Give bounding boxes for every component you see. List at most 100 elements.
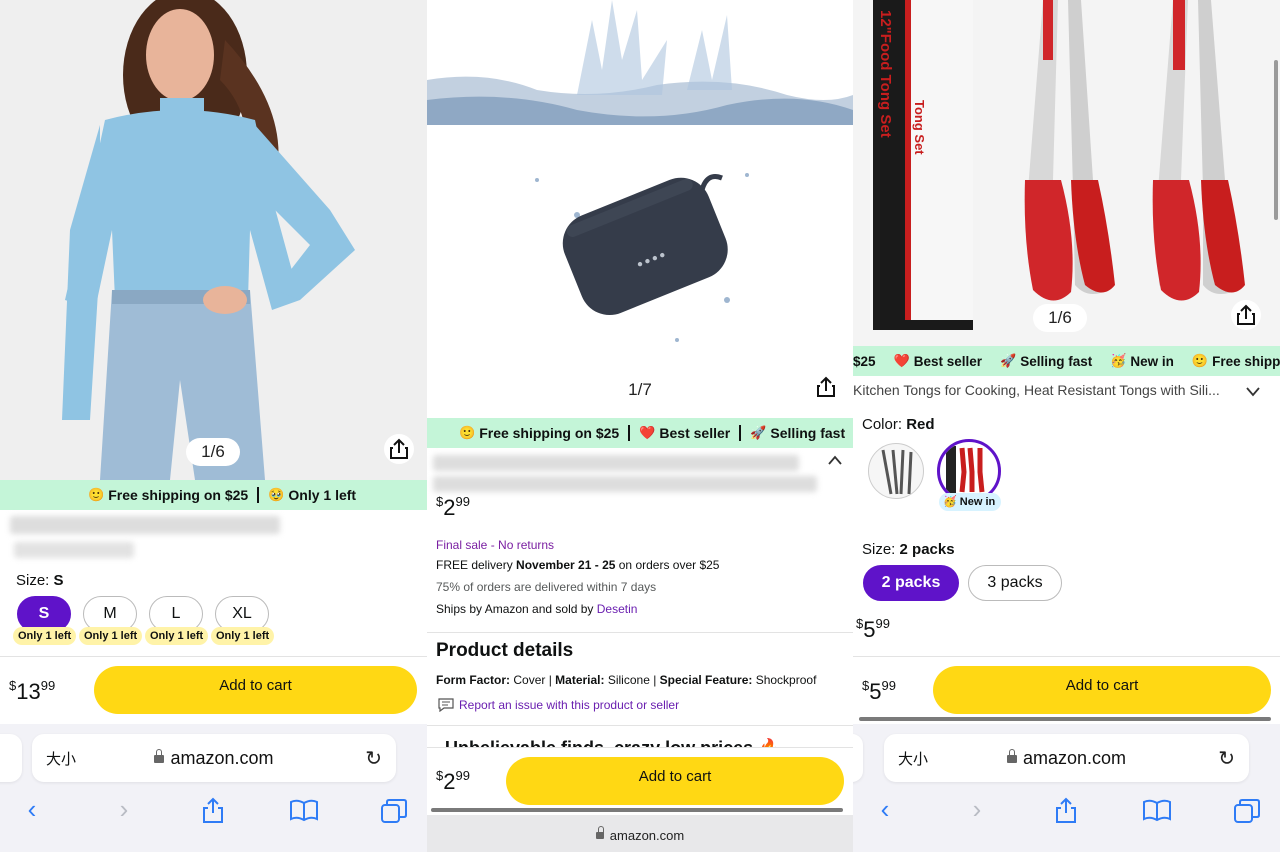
- size-option-2-packs[interactable]: 2 packs: [863, 565, 959, 601]
- product-title-redacted: [10, 516, 280, 534]
- delivery-note: 75% of orders are delivered within 7 day…: [436, 580, 657, 594]
- tabs-icon[interactable]: [1229, 798, 1265, 831]
- url-text: amazon.com: [609, 828, 685, 843]
- color-label-redacted: [14, 542, 134, 558]
- address-bar[interactable]: 大小 amazon.com ↻: [32, 734, 396, 782]
- color-value: Red: [906, 416, 935, 433]
- badge-emoji: 🥳: [1110, 353, 1127, 368]
- sticky-price: $299: [436, 768, 470, 795]
- price-fraction: 99: [455, 768, 470, 783]
- product-image-carousel[interactable]: [0, 0, 427, 480]
- add-to-cart-button[interactable]: Add to cart: [506, 757, 844, 805]
- swatch-image-silver: [881, 449, 913, 495]
- report-issue-text: Report an issue with this product or sel…: [459, 698, 680, 712]
- compact-url: amazon.com: [427, 826, 853, 843]
- share-sheet-icon[interactable]: [195, 796, 231, 831]
- new-in-text: New in: [959, 496, 996, 508]
- badge-emoji: ❤️: [639, 425, 656, 440]
- product-image-carousel[interactable]: 12"Food Tong Set Tong Set: [853, 0, 1280, 346]
- badge-emoji: ❤️: [893, 353, 910, 368]
- size-value: 2 packs: [899, 541, 955, 558]
- add-to-cart-button[interactable]: Add to cart: [933, 666, 1271, 714]
- share-button[interactable]: [384, 434, 414, 464]
- lock-icon: [595, 826, 604, 839]
- chevron-down-icon[interactable]: [1245, 385, 1261, 397]
- report-issue-link[interactable]: Report an issue with this product or sel…: [438, 698, 680, 713]
- share-button[interactable]: [1231, 300, 1261, 330]
- bookmarks-icon[interactable]: [286, 798, 322, 829]
- price-fraction: 99: [40, 678, 56, 693]
- product-details-heading: Product details: [436, 640, 574, 661]
- delivery-dates: November 21 - 25: [516, 558, 616, 572]
- badge-new-in: New in: [1130, 353, 1174, 369]
- reload-icon[interactable]: ↻: [1218, 746, 1235, 771]
- detail-key: Material:: [555, 673, 605, 687]
- product-title[interactable]: Kitchen Tongs for Cooking, Heat Resistan…: [853, 382, 1241, 398]
- delivery-suffix: on orders over $25: [615, 558, 720, 572]
- detail-value: Silicone: [604, 673, 650, 687]
- compact-url-bar[interactable]: amazon.com: [427, 815, 853, 852]
- badge-best-seller: Best seller: [659, 425, 731, 441]
- swatch-image-red: [946, 446, 985, 494]
- product-photo-case: [427, 0, 853, 418]
- final-sale-notice: Final sale - No returns: [436, 538, 555, 552]
- price-fraction: 99: [881, 678, 896, 693]
- share-icon: [1237, 304, 1255, 325]
- address-bar[interactable]: 大小 amazon.com ↻: [884, 734, 1249, 782]
- color-label-text: Color:: [862, 416, 903, 433]
- product-image-carousel[interactable]: [427, 0, 853, 418]
- badge-selling-fast: Selling fast: [770, 425, 846, 441]
- forward-icon[interactable]: ›: [106, 794, 142, 825]
- detail-value: Shockproof: [752, 673, 817, 687]
- share-sheet-icon[interactable]: [1048, 796, 1084, 831]
- image-counter: 1/6: [1033, 304, 1087, 332]
- badge-free-shipping: Free shipping on $25: [1212, 353, 1280, 369]
- previous-tab-address-bar[interactable]: [853, 734, 863, 782]
- url-display[interactable]: amazon.com: [32, 748, 396, 769]
- badge-strip: 🙂 Free shipping on $25 ❤️ Best seller 🚀 …: [427, 418, 853, 448]
- badge-emoji: 🚀: [750, 425, 767, 440]
- badge-emoji: 🥹: [268, 487, 285, 502]
- stock-tag: Only 1 left: [211, 627, 275, 645]
- stock-tag: Only 1 left: [13, 627, 77, 645]
- color-swatch-silver[interactable]: [868, 443, 924, 499]
- image-counter: 1/7: [613, 376, 667, 404]
- lock-icon: [1006, 749, 1017, 763]
- bookmarks-icon[interactable]: [1139, 798, 1175, 829]
- previous-tab-address-bar[interactable]: [0, 734, 22, 782]
- detail-key: Special Feature:: [659, 673, 753, 687]
- url-text: amazon.com: [1022, 748, 1127, 768]
- size-label: Size: S: [16, 572, 64, 589]
- badge-free-shipping: Free shipping on $25: [479, 425, 620, 441]
- product-title-redacted-line2: [433, 476, 817, 492]
- badge-separator: [739, 425, 742, 441]
- size-label-text: Size:: [16, 572, 50, 589]
- product-price: $299: [436, 494, 470, 521]
- image-counter: 1/6: [186, 438, 240, 466]
- product-photo-tongs: 12"Food Tong Set Tong Set: [853, 0, 1280, 346]
- share-button[interactable]: [811, 372, 841, 402]
- chevron-up-icon[interactable]: [827, 454, 843, 466]
- seller-link[interactable]: Desetin: [597, 602, 638, 616]
- share-icon: [390, 438, 408, 459]
- badge-emoji: 🙂: [88, 487, 105, 502]
- badge-emoji: 🚀: [1000, 353, 1017, 368]
- price-whole: 5: [863, 617, 876, 642]
- back-icon[interactable]: ‹: [14, 794, 50, 825]
- new-in-tag: 🥳 New in: [939, 493, 1002, 511]
- size-option-3-packs[interactable]: 3 packs: [968, 565, 1062, 601]
- product-panel-blouse: 1/6 🙂 Free shipping on $25 🥹 Only 1 left…: [0, 0, 427, 852]
- reload-icon[interactable]: ↻: [365, 746, 382, 771]
- size-label: Size: 2 packs: [862, 541, 955, 558]
- tabs-icon[interactable]: [376, 798, 412, 831]
- add-to-cart-button[interactable]: Add to cart: [94, 666, 417, 714]
- url-display[interactable]: amazon.com: [884, 748, 1249, 769]
- detail-key: Form Factor:: [436, 673, 511, 687]
- forward-icon[interactable]: ›: [959, 794, 995, 825]
- back-icon[interactable]: ‹: [867, 794, 903, 825]
- badge-free-shipping: Free shipping on $25: [108, 487, 249, 503]
- url-text: amazon.com: [170, 748, 274, 768]
- badge-strip: $25 ❤️ Best seller 🚀 Selling fast 🥳 New …: [853, 346, 1280, 376]
- product-photo-blouse: [0, 0, 427, 480]
- badge-selling-fast: Selling fast: [1020, 353, 1093, 369]
